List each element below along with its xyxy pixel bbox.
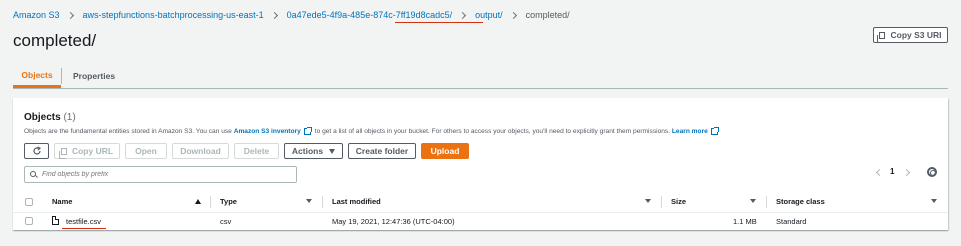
sort-icon[interactable]	[645, 199, 651, 203]
object-size: 1.1 MB	[733, 217, 757, 226]
file-icon	[52, 216, 59, 225]
sort-icon[interactable]	[306, 199, 312, 203]
copy-icon	[58, 147, 67, 159]
tab-properties[interactable]: Properties	[73, 64, 115, 88]
tab-objects[interactable]: Objects	[13, 64, 61, 88]
page-title: completed/	[13, 31, 97, 50]
chevron-right-icon	[509, 11, 517, 19]
open-button[interactable]: Open	[125, 143, 167, 159]
inventory-link[interactable]: Amazon S3 inventory	[234, 128, 301, 135]
column-header-size[interactable]: Size	[671, 197, 686, 206]
search-input[interactable]	[24, 166, 297, 183]
learn-more-link[interactable]: Learn more	[672, 128, 708, 135]
column-header-last-modified[interactable]: Last modified	[332, 197, 381, 206]
download-button[interactable]: Download	[172, 143, 229, 159]
objects-title: Objects	[24, 112, 61, 123]
actions-label: Actions	[291, 146, 324, 156]
tab-bar: Objects Properties	[13, 64, 948, 89]
breadcrumb-item-bucket[interactable]: aws-stepfunctions-batchprocessing-us-eas…	[83, 10, 264, 20]
copy-icon	[877, 31, 886, 43]
column-divider	[661, 196, 662, 208]
external-link-icon	[710, 127, 719, 135]
external-link-icon	[303, 127, 312, 135]
object-last-modified: May 19, 2021, 12:47:36 (UTC-04:00)	[332, 217, 455, 226]
table-header: Name Type Last modified Size Storage cla…	[13, 195, 948, 209]
chevron-right-icon	[270, 11, 278, 19]
column-header-storage-class[interactable]: Storage class	[776, 197, 825, 206]
object-name-link[interactable]: testfile.csv	[66, 217, 101, 226]
column-header-type[interactable]: Type	[220, 197, 237, 206]
refresh-button[interactable]	[24, 143, 49, 159]
objects-count: (1)	[63, 112, 76, 123]
column-divider	[322, 196, 323, 208]
description-prefix: Objects are the fundamental entities sto…	[24, 128, 232, 135]
sort-ascending-icon[interactable]	[195, 199, 201, 204]
page-number[interactable]: 1	[890, 167, 894, 176]
object-type: csv	[220, 217, 232, 226]
breadcrumb: Amazon S3 aws-stepfunctions-batchprocess…	[13, 9, 570, 21]
chevron-left-icon[interactable]	[875, 168, 884, 177]
column-divider	[766, 196, 767, 208]
tab-divider	[61, 68, 62, 84]
copy-url-label: Copy URL	[71, 146, 114, 156]
objects-description: Objects are the fundamental entities sto…	[24, 127, 722, 135]
column-divider	[210, 196, 211, 208]
objects-panel: Objects (1) Objects are the fundamental …	[13, 98, 948, 230]
annotation-underline	[395, 22, 483, 23]
chevron-right-icon[interactable]	[902, 168, 911, 177]
copy-s3-uri-button[interactable]: Copy S3 URI	[873, 27, 948, 43]
objects-heading: Objects (1)	[24, 112, 76, 123]
table-row: testfile.csv csv May 19, 2021, 12:47:36 …	[13, 212, 948, 230]
caret-down-icon	[329, 148, 336, 154]
search-icon	[30, 171, 36, 177]
copy-url-button[interactable]: Copy URL	[54, 143, 120, 159]
breadcrumb-item-prefix[interactable]: 0a47ede5-4f9a-485e-874c-7ff19d8cadc5/	[287, 10, 452, 20]
upload-button[interactable]: Upload	[421, 143, 469, 159]
annotation-underline	[62, 228, 106, 229]
breadcrumb-item-output[interactable]: output/	[475, 10, 503, 20]
gear-icon[interactable]	[927, 167, 937, 177]
object-storage-class: Standard	[776, 217, 807, 226]
delete-button[interactable]: Delete	[234, 143, 279, 159]
breadcrumb-item-s3[interactable]: Amazon S3	[13, 10, 60, 20]
description-middle: to get a list of all objects in your buc…	[314, 128, 671, 135]
chevron-right-icon	[66, 11, 74, 19]
sort-icon[interactable]	[931, 199, 937, 203]
breadcrumb-item-current: completed/	[525, 10, 570, 20]
refresh-icon	[32, 146, 41, 155]
row-checkbox[interactable]	[25, 217, 33, 225]
sort-icon[interactable]	[750, 199, 756, 203]
create-folder-button[interactable]: Create folder	[348, 143, 416, 159]
copy-s3-uri-label: Copy S3 URI	[890, 30, 942, 40]
column-header-name[interactable]: Name	[52, 197, 72, 206]
select-all-checkbox[interactable]	[25, 198, 33, 206]
actions-button[interactable]: Actions	[284, 143, 343, 159]
chevron-right-icon	[459, 11, 467, 19]
